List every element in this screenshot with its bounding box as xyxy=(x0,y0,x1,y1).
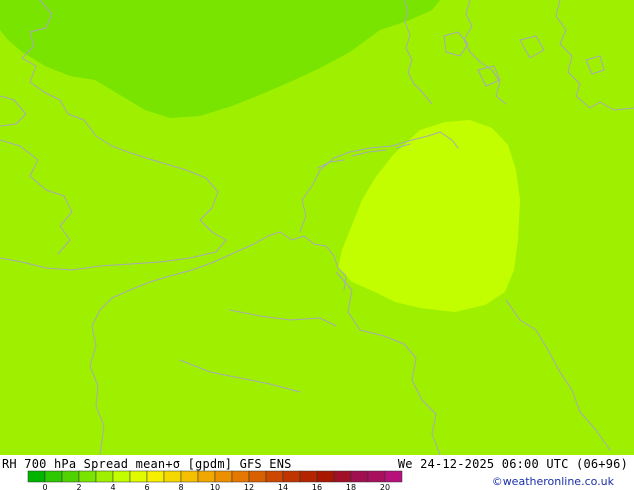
legend-swatch xyxy=(197,470,216,483)
legend-swatch xyxy=(78,470,97,483)
legend-swatch xyxy=(384,470,403,483)
legend-label: 4 xyxy=(110,483,115,490)
color-legend: 0 2 4 6 8 10 12 14 16 18 20 xyxy=(27,470,403,490)
legend-swatch xyxy=(316,470,335,483)
legend-label: 18 xyxy=(346,483,356,490)
legend-swatch xyxy=(61,470,80,483)
legend-swatch xyxy=(350,470,369,483)
legend-swatch xyxy=(44,470,63,483)
legend-label: 14 xyxy=(278,483,288,490)
legend-swatch xyxy=(146,470,165,483)
legend-swatch xyxy=(214,470,233,483)
legend-label: 12 xyxy=(244,483,254,490)
legend-label: 2 xyxy=(76,483,81,490)
legend-swatch xyxy=(367,470,386,483)
legend-swatch xyxy=(95,470,114,483)
legend-label: 8 xyxy=(178,483,183,490)
legend-swatch xyxy=(112,470,131,483)
forecast-map xyxy=(0,0,634,455)
copyright-credit[interactable]: ©weatheronline.co.uk xyxy=(492,475,614,488)
legend-swatch xyxy=(231,470,250,483)
legend-label: 10 xyxy=(210,483,220,490)
valid-time: We 24-12-2025 06:00 UTC (06+96) xyxy=(397,457,628,471)
legend-swatch xyxy=(282,470,301,483)
legend-swatch xyxy=(180,470,199,483)
legend-label: 0 xyxy=(42,483,47,490)
legend-swatch xyxy=(265,470,284,483)
footer-bar: RH 700 hPa Spread mean+σ [gpdm] GFS ENS … xyxy=(0,455,634,490)
legend-swatch xyxy=(129,470,148,483)
legend-swatch xyxy=(163,470,182,483)
legend-swatch xyxy=(333,470,352,483)
legend-swatch xyxy=(299,470,318,483)
map-title: RH 700 hPa Spread mean+σ [gpdm] GFS ENS xyxy=(2,457,292,471)
legend-label: 16 xyxy=(312,483,322,490)
legend-swatch xyxy=(248,470,267,483)
legend-label: 20 xyxy=(380,483,390,490)
legend-swatch xyxy=(27,470,46,483)
legend-label: 6 xyxy=(144,483,149,490)
